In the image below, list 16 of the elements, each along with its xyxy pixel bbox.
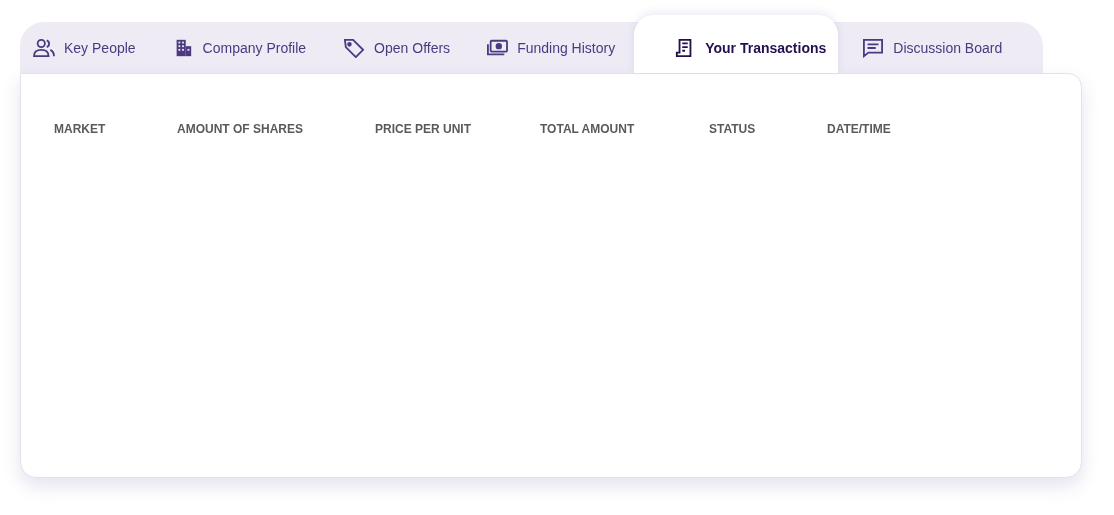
people-icon bbox=[33, 37, 55, 58]
tab[interactable]: Funding History bbox=[486, 22, 635, 73]
column-header: PRICE PER UNIT bbox=[375, 122, 472, 136]
tab[interactable]: Company Profile bbox=[171, 22, 344, 73]
chat-icon bbox=[862, 37, 885, 58]
column-header: MARKET bbox=[54, 122, 107, 136]
column-header: DATE/TIME bbox=[827, 122, 892, 136]
tab[interactable]: Discussion Board bbox=[862, 22, 1022, 73]
column-header: STATUS bbox=[709, 122, 757, 136]
banknote-icon bbox=[486, 37, 509, 58]
column-header: AMOUNT OF SHARES bbox=[177, 122, 304, 136]
tab[interactable]: Key People bbox=[33, 22, 172, 73]
tab[interactable]: Open Offers bbox=[343, 22, 487, 73]
tab[interactable]: Your Transactions bbox=[634, 15, 839, 73]
tag-icon bbox=[343, 37, 366, 58]
column-header: TOTAL AMOUNT bbox=[540, 122, 636, 136]
